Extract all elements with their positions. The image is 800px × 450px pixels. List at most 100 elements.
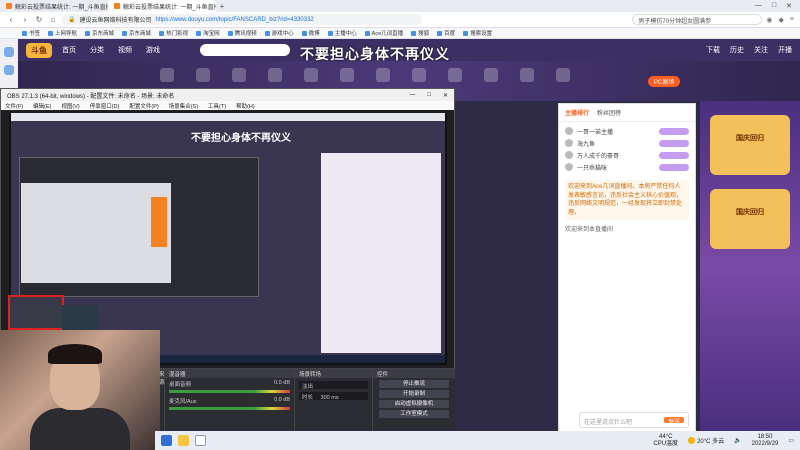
notification-icon[interactable]: ▭	[788, 437, 794, 444]
room-feature-icons	[160, 68, 570, 82]
controls-dock: 控件 停止推流 开始录制 启动虚拟摄像机 工作室模式	[373, 369, 455, 431]
file-taskbar-icon[interactable]	[195, 435, 206, 446]
feature-icon[interactable]	[160, 68, 174, 82]
header-link[interactable]: 开播	[778, 45, 792, 55]
rank-row[interactable]: 万人成千的豪哥	[565, 149, 689, 161]
feature-icon[interactable]	[484, 68, 498, 82]
maximize-icon[interactable]: □	[772, 2, 776, 10]
bookmark-item[interactable]: 主播中心	[327, 29, 357, 37]
event-promo-banner[interactable]: 国庆回归	[710, 189, 790, 249]
nav-item[interactable]: 分类	[90, 45, 104, 55]
feature-icon[interactable]	[412, 68, 426, 82]
bookmark-item[interactable]: 搜索设置	[463, 29, 492, 37]
extension-icon[interactable]: ◆	[779, 16, 784, 24]
home-icon[interactable]: ⌂	[48, 15, 58, 24]
feature-icon[interactable]	[376, 68, 390, 82]
rank-row[interactable]: 一只乖猫咪	[565, 161, 689, 173]
menu-item[interactable]: 帮助(H)	[236, 102, 255, 110]
bookmark-item[interactable]: 游戏中心	[264, 29, 294, 37]
studio-mode-button[interactable]: 工作室模式	[379, 410, 449, 418]
header-link[interactable]: 下载	[706, 45, 720, 55]
stop-stream-button[interactable]: 停止推流	[379, 380, 449, 388]
cpu-temp-widget[interactable]: 44°C CPU温度	[653, 434, 678, 448]
bookmark-item[interactable]: 微博	[301, 29, 320, 37]
bookmark-item[interactable]: 搜狐	[411, 29, 429, 37]
menu-item[interactable]: 文件(F)	[5, 102, 23, 110]
chat-tab[interactable]: 主播排行	[565, 108, 589, 117]
feature-icon[interactable]	[232, 68, 246, 82]
menu-item[interactable]: 停靠窗口(D)	[90, 102, 120, 110]
avatar	[565, 127, 573, 135]
site-logo[interactable]: 斗鱼	[26, 42, 52, 58]
forward-icon[interactable]: ›	[20, 15, 30, 24]
pc-theater-badge[interactable]: PC剧场	[648, 76, 681, 87]
speaker-icon[interactable]: 🔈	[734, 437, 741, 444]
nav-item[interactable]: 视频	[118, 45, 132, 55]
menu-item[interactable]: 视图(V)	[61, 102, 79, 110]
feature-icon[interactable]	[304, 68, 318, 82]
bookmark-item[interactable]: 热门影视	[159, 29, 188, 37]
volume-meter[interactable]	[169, 390, 290, 393]
feature-icon[interactable]	[448, 68, 462, 82]
feature-icon[interactable]	[340, 68, 354, 82]
event-promo-banner[interactable]: 国庆回归	[710, 115, 790, 175]
close-window-icon[interactable]: ✕	[786, 2, 792, 10]
obs-docks: 来源 混音器 桌面音频 0.0 dB 麦克风/Aux 0.0 dB 场景转场 淡…	[155, 368, 455, 431]
game-icon[interactable]: ◉	[766, 16, 772, 24]
bookmark-item[interactable]: Ace几词直播	[364, 29, 403, 37]
send-button[interactable]: 发送	[663, 417, 684, 426]
bookmark-item[interactable]: 京东商城	[122, 29, 151, 37]
url-field[interactable]: 🔒 建设云鱼网络科技有限公司 https://www.douyu.com/top…	[62, 14, 422, 25]
menu-icon[interactable]: ≡	[790, 16, 794, 24]
browser-search-input[interactable]: 男子模仿70分钟超女圆满参	[632, 14, 763, 25]
back-icon[interactable]: ‹	[6, 15, 16, 24]
feature-icon[interactable]	[196, 68, 210, 82]
browser-tab-active[interactable]: 鲸彩云投票结果统计: 一期_斗鱼直播 ×	[108, 0, 216, 12]
feature-icon[interactable]	[268, 68, 282, 82]
chat-input[interactable]: 在这里说点什么吧 发送	[579, 412, 689, 428]
bookmark-item[interactable]: 腾讯视频	[227, 29, 257, 37]
clock[interactable]: 18:50 2022/9/29	[752, 434, 779, 448]
rank-row[interactable]: 一哥一弟主播	[565, 125, 689, 137]
close-window-icon[interactable]: ✕	[443, 92, 448, 99]
feature-icon[interactable]	[520, 68, 534, 82]
browser-tab[interactable]: 鲸彩云投票结果统计: 一期_斗鱼直播 ×	[0, 0, 108, 12]
site-nav: 首页 分类 视频 游戏	[62, 45, 160, 55]
minimize-icon[interactable]: —	[755, 2, 762, 10]
chat-tab[interactable]: 粉丝团榜	[597, 108, 621, 117]
app-taskbar-icon[interactable]	[178, 435, 189, 446]
chat-system-message: 欢迎来到本直播间	[565, 227, 614, 233]
nav-item[interactable]: 游戏	[146, 45, 160, 55]
site-search-input[interactable]	[200, 44, 290, 56]
minimize-icon[interactable]: —	[409, 92, 415, 99]
bookmark-item[interactable]: 书签	[22, 29, 40, 37]
transition-select[interactable]: 淡出	[299, 381, 368, 390]
weather-widget[interactable]: 20°C 多云	[688, 436, 724, 445]
nav-item[interactable]: 首页	[62, 45, 76, 55]
bookmark-item[interactable]: 京东商城	[85, 29, 114, 37]
volume-meter[interactable]	[169, 407, 290, 410]
refresh-icon[interactable]: ↻	[34, 15, 44, 24]
obs-title: OBS 27.1.3 (64-bit, windows) - 配置文件: 未命名…	[7, 93, 175, 100]
menu-item[interactable]: 编辑(E)	[33, 102, 51, 110]
sidebar-app-icon[interactable]	[4, 65, 14, 75]
sidebar-app-icon[interactable]	[4, 47, 14, 57]
new-tab-button[interactable]: +	[216, 2, 228, 11]
virtual-camera-button[interactable]: 启动虚拟摄像机	[379, 400, 449, 408]
start-recording-button[interactable]: 开始录制	[379, 390, 449, 398]
bookmark-item[interactable]: 百度	[437, 29, 455, 37]
maximize-icon[interactable]: □	[427, 92, 431, 99]
header-link[interactable]: 历史	[730, 45, 744, 55]
bookmark-item[interactable]: 上网导航	[48, 29, 77, 37]
menu-item[interactable]: 场景集合(S)	[169, 102, 198, 110]
header-link[interactable]: 关注	[754, 45, 768, 55]
bookmark-item[interactable]: 淘宝网	[196, 29, 220, 37]
menu-item[interactable]: 配置文件(P)	[129, 102, 158, 110]
nested-orange-panel	[151, 197, 167, 247]
rank-row[interactable]: 海九鱼	[565, 137, 689, 149]
duration-field[interactable]: 时长 300 ms	[299, 392, 368, 401]
menu-item[interactable]: 工具(T)	[208, 102, 226, 110]
feature-icon[interactable]	[556, 68, 570, 82]
browser-taskbar-icon[interactable]	[161, 435, 172, 446]
fan-badge	[659, 151, 689, 159]
